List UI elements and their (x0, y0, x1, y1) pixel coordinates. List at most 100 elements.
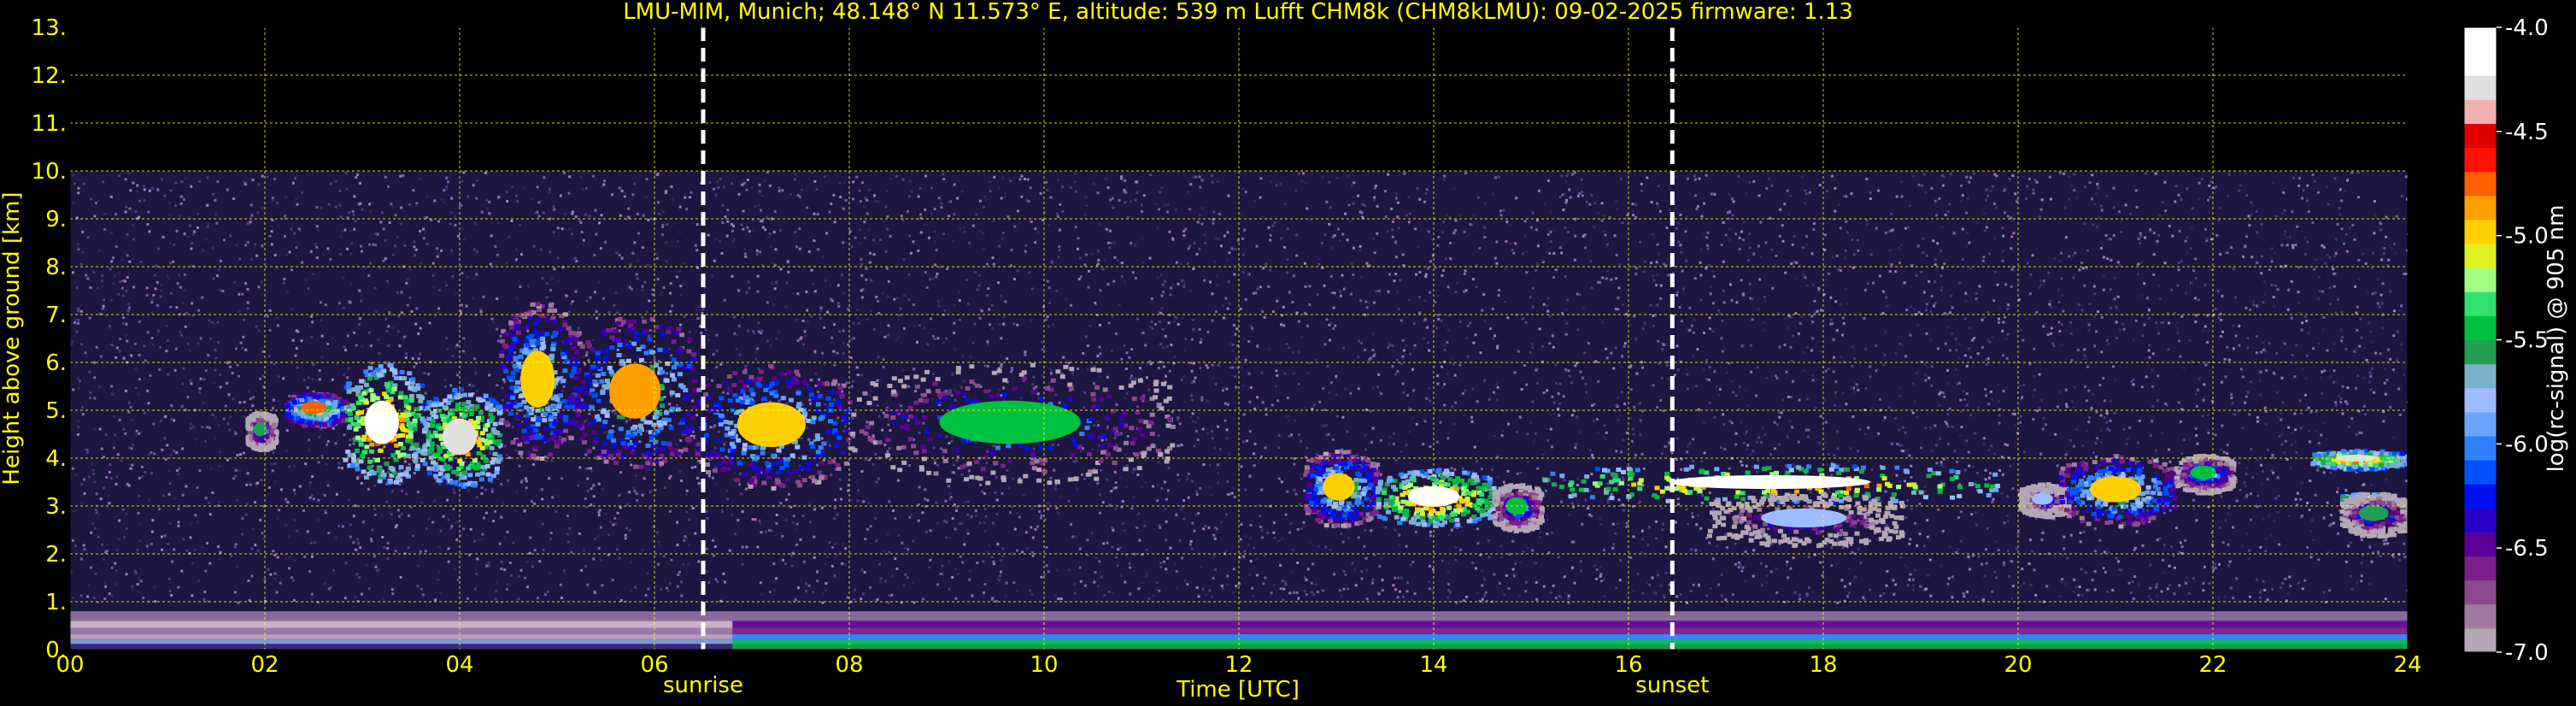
noise-pixel (2368, 545, 2372, 549)
noise-pixel (1722, 289, 1725, 292)
noise-pixel (2027, 177, 2031, 180)
noise-pixel (1228, 251, 1231, 255)
noise-pixel (1724, 532, 1728, 536)
noise-pixel (1732, 391, 1735, 394)
noise-pixel (1577, 431, 1581, 434)
noise-pixel (1651, 576, 1654, 580)
noise-pixel (208, 562, 212, 565)
noise-pixel (2280, 418, 2283, 421)
noise-pixel (1763, 432, 1767, 436)
noise-pixel (1434, 300, 1437, 303)
noise-pixel (293, 519, 296, 521)
noise-pixel (1328, 180, 1331, 184)
noise-pixel (2011, 412, 2015, 415)
noise-pixel (196, 486, 199, 489)
noise-pixel (373, 485, 377, 487)
noise-pixel (2244, 395, 2248, 398)
noise-pixel (91, 522, 94, 526)
noise-pixel (1384, 313, 1388, 316)
noise-pixel (1597, 431, 1600, 434)
noise-pixel (1748, 232, 1752, 236)
noise-pixel (860, 257, 863, 261)
noise-pixel (72, 539, 74, 542)
noise-pixel (361, 208, 364, 211)
noise-pixel (80, 594, 83, 597)
noise-pixel (488, 374, 491, 377)
noise-pixel (1481, 309, 1484, 312)
noise-pixel (1394, 576, 1397, 580)
noise-pixel (1074, 190, 1077, 193)
noise-pixel (79, 379, 81, 383)
noise-pixel (983, 583, 987, 585)
noise-pixel (1394, 459, 1398, 462)
noise-pixel (712, 353, 715, 356)
noise-pixel (1564, 275, 1567, 278)
noise-pixel (2390, 247, 2393, 250)
noise-pixel (1483, 320, 1487, 323)
noise-pixel (1357, 536, 1360, 539)
noise-pixel (1552, 228, 1556, 232)
noise-pixel (496, 384, 499, 387)
noise-pixel (494, 510, 497, 513)
noise-pixel (480, 210, 484, 214)
noise-pixel (1270, 403, 1274, 407)
noise-pixel (914, 390, 917, 393)
noise-pixel (1708, 327, 1711, 331)
noise-pixel (2359, 317, 2362, 321)
noise-pixel (1399, 279, 1402, 282)
noise-pixel (1576, 415, 1579, 419)
noise-pixel (2161, 432, 2164, 435)
noise-pixel (411, 357, 414, 360)
noise-pixel (1193, 241, 1196, 244)
noise-pixel (950, 439, 954, 443)
noise-pixel (1781, 239, 1785, 243)
noise-pixel (1217, 481, 1220, 485)
noise-pixel (1711, 557, 1715, 561)
noise-pixel (158, 368, 161, 371)
noise-pixel (1226, 258, 1229, 262)
noise-pixel (1358, 249, 1361, 252)
noise-pixel (651, 293, 654, 297)
noise-pixel (548, 190, 551, 193)
noise-pixel (249, 203, 253, 207)
noise-pixel (2261, 470, 2264, 473)
noise-pixel (657, 540, 660, 544)
noise-pixel (1997, 400, 2000, 403)
noise-pixel (1924, 374, 1928, 377)
noise-pixel (2057, 300, 2061, 303)
noise-pixel (2244, 473, 2248, 476)
noise-pixel (933, 230, 936, 233)
noise-pixel (1306, 459, 1310, 462)
noise-pixel (2032, 188, 2035, 191)
noise-pixel (268, 234, 272, 238)
noise-pixel (2364, 262, 2368, 265)
noise-pixel (802, 561, 806, 563)
noise-pixel (840, 497, 843, 501)
noise-pixel (2144, 236, 2147, 239)
noise-pixel (2006, 308, 2010, 311)
noise-pixel (635, 474, 637, 477)
noise-pixel (414, 248, 418, 251)
noise-pixel (1394, 588, 1397, 591)
noise-pixel (388, 221, 391, 224)
noise-pixel (2152, 253, 2156, 256)
noise-pixel (1964, 299, 1968, 303)
noise-pixel (2086, 249, 2089, 252)
noise-pixel (1463, 272, 1466, 275)
noise-pixel (953, 463, 956, 467)
noise-pixel (577, 484, 580, 487)
noise-pixel (1084, 335, 1088, 338)
noise-pixel (1841, 316, 1845, 320)
noise-pixel (178, 274, 181, 277)
noise-pixel (1748, 282, 1752, 285)
noise-pixel (2297, 302, 2301, 304)
noise-pixel (747, 329, 750, 332)
noise-pixel (2195, 314, 2198, 317)
noise-pixel (897, 533, 901, 537)
noise-pixel (805, 590, 808, 593)
noise-pixel (1443, 383, 1446, 385)
noise-pixel (1086, 344, 1089, 347)
noise-pixel (1452, 422, 1456, 426)
noise-pixel (1576, 478, 1580, 481)
noise-pixel (1910, 305, 1912, 308)
